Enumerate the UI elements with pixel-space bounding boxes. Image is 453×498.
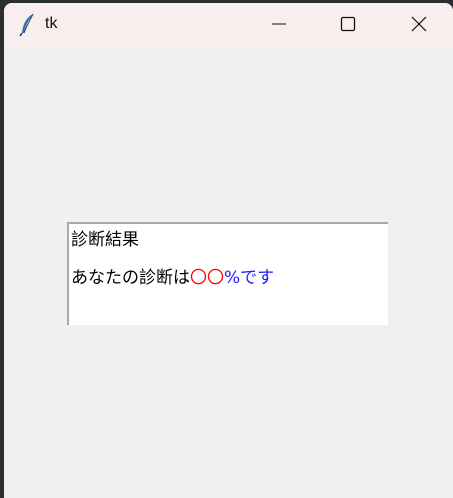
result-heading: 診断結果 (71, 230, 139, 250)
close-icon (411, 16, 427, 36)
minimize-button[interactable] (244, 3, 313, 48)
result-value: 〇〇 (190, 268, 224, 288)
result-text-widget[interactable]: 診断結果 あなたの診断は〇〇%です (67, 222, 388, 325)
maximize-button[interactable] (313, 3, 382, 48)
result-prefix: あなたの診断は (71, 268, 190, 288)
close-button[interactable] (384, 3, 453, 48)
result-line: あなたの診断は〇〇%です (71, 263, 274, 288)
window-title: tk (45, 15, 58, 32)
title-bar[interactable]: tk (4, 3, 453, 48)
minimize-icon (271, 16, 287, 36)
tk-feather-icon (18, 13, 38, 37)
maximize-icon (340, 16, 356, 36)
result-suffix: %です (224, 268, 275, 288)
app-window: tk 診断結果 あなたの診断は〇〇%です (4, 3, 453, 498)
